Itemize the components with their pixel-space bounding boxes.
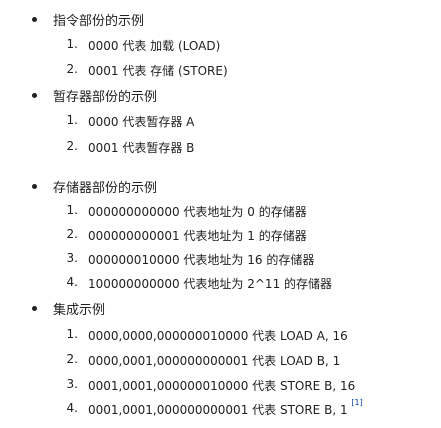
list-item: 100000000000 代表地址为 2^11 的存储器 bbox=[88, 277, 333, 291]
list-item: 0001,0001,000000000001 代表 STORE B, 1 [1] bbox=[88, 398, 363, 418]
list-item: 0000 代表暂存器 A bbox=[88, 115, 195, 129]
list-item: 0000,0000,000000010000 代表 LOAD A, 16 bbox=[88, 329, 348, 343]
section-heading: 存储器部份的示例 bbox=[53, 181, 158, 196]
list-number: 1. bbox=[66, 37, 78, 51]
footnote-link[interactable]: [1] bbox=[351, 398, 362, 407]
list-number: 1. bbox=[66, 113, 78, 127]
bullet-marker bbox=[32, 93, 37, 98]
list-item: 0000,0001,000000000001 代表 LOAD B, 1 bbox=[88, 354, 341, 368]
list-item: 0001 代表 存储 (STORE) bbox=[88, 64, 228, 78]
list-number: 3. bbox=[66, 251, 78, 265]
list-item: 0000 代表 加载 (LOAD) bbox=[88, 39, 221, 53]
bullet-marker bbox=[32, 184, 37, 189]
list-item: 0001 代表暂存器 B bbox=[88, 141, 195, 155]
list-number: 4. bbox=[66, 401, 78, 415]
list-number: 2. bbox=[66, 139, 78, 153]
list-number: 1. bbox=[66, 327, 78, 341]
section-heading: 集成示例 bbox=[53, 303, 106, 318]
list-number: 4. bbox=[66, 275, 78, 289]
section-heading: 暂存器部份的示例 bbox=[53, 90, 158, 105]
list-number: 2. bbox=[66, 227, 78, 241]
list-item: 000000000000 代表地址为 0 的存储器 bbox=[88, 205, 307, 219]
section-heading: 指令部份的示例 bbox=[53, 14, 145, 29]
list-number: 3. bbox=[66, 377, 78, 391]
bullet-marker bbox=[32, 17, 37, 22]
list-item: 000000000001 代表地址为 1 的存储器 bbox=[88, 229, 307, 243]
list-item: 0001,0001,000000010000 代表 STORE B, 16 bbox=[88, 379, 356, 393]
list-number: 2. bbox=[66, 352, 78, 366]
list-number: 1. bbox=[66, 203, 78, 217]
list-item: 000000010000 代表地址为 16 的存储器 bbox=[88, 253, 315, 267]
list-item-text: 0001,0001,000000000001 代表 STORE B, 1 bbox=[88, 403, 348, 417]
list-number: 2. bbox=[66, 62, 78, 76]
bullet-marker bbox=[32, 306, 37, 311]
